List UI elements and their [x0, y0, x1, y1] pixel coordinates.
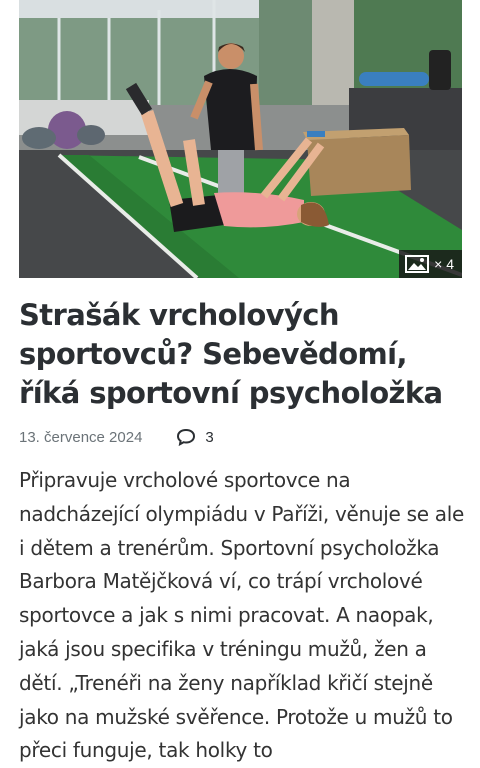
image-gallery-icon [405, 255, 430, 273]
article-perex: Připravuje vrcholové sportovce na nadchá… [19, 468, 464, 763]
gym-photo [19, 0, 462, 278]
article-hero-image[interactable]: × 4 [19, 0, 462, 278]
comment-bubble-icon [176, 428, 196, 447]
article-meta: 13. července 2024 3 [19, 428, 214, 447]
article-title[interactable]: Strašák vrcholových sportovců? Sebevědom… [19, 296, 464, 413]
comments-link[interactable]: 3 [176, 428, 214, 447]
comment-count: 3 [205, 428, 214, 446]
gallery-count: × 4 [434, 256, 454, 272]
gallery-badge[interactable]: × 4 [399, 250, 462, 278]
article-date: 13. července 2024 [19, 428, 143, 446]
article-page: × 4 Strašák vrcholových sportovců? Sebev… [0, 0, 480, 768]
